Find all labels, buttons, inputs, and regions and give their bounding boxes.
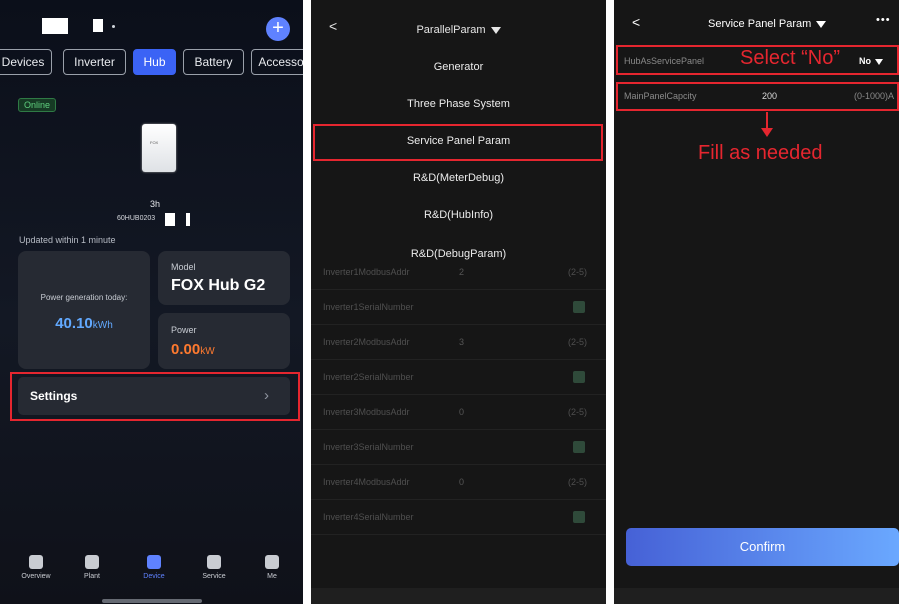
settings-highlight	[10, 372, 300, 421]
checkbox[interactable]	[573, 441, 585, 453]
tab-accessory[interactable]: Accesso	[251, 49, 303, 75]
param-row: Inverter3SerialNumber	[311, 430, 606, 465]
power-value: 0.00kW	[171, 341, 215, 358]
status-dot	[112, 25, 115, 28]
device-tabs: Devices Inverter Hub Battery Accesso	[0, 49, 303, 75]
param-row: Inverter4ModbusAddr 0 (2-5)	[311, 465, 606, 500]
fill-annotation: Fill as needed	[698, 142, 823, 164]
generation-value: 40.10kWh	[55, 315, 113, 332]
overview-icon	[29, 555, 43, 569]
param-value[interactable]: 3	[459, 337, 464, 347]
nav-plant[interactable]: Plant	[70, 545, 114, 580]
tab-devices[interactable]: Devices	[0, 49, 52, 75]
page-title[interactable]: ParallelParam	[311, 24, 606, 36]
param-range: (2-5)	[568, 407, 588, 417]
more-icon[interactable]: •••	[876, 14, 891, 26]
param-value[interactable]: 0	[459, 407, 464, 417]
param-row: Inverter1SerialNumber	[311, 290, 606, 325]
home-indicator	[102, 599, 202, 603]
power-unit: kW	[200, 346, 215, 357]
time-label: 3h	[150, 199, 161, 209]
param-row: Inverter2SerialNumber	[311, 360, 606, 395]
page-title[interactable]: Service Panel Param	[708, 18, 827, 30]
device-logo: FOX	[150, 140, 159, 145]
menu-item-debug-param[interactable]: R&D(DebugParam)	[311, 234, 606, 260]
param-row: Inverter3ModbusAddr 0 (2-5)	[311, 395, 606, 430]
menu-item-generator[interactable]: Generator	[311, 49, 606, 86]
generation-card: Power generation today: 40.10kWh	[18, 251, 150, 369]
dropdown-icon	[816, 20, 827, 28]
param-range: (2-5)	[568, 267, 588, 277]
service-panel-highlight	[313, 124, 603, 161]
param-value[interactable]: 0	[459, 477, 464, 487]
param-row: Inverter4SerialNumber	[311, 500, 606, 535]
nav-device[interactable]: Device	[132, 545, 176, 580]
status-badge: Online	[18, 98, 56, 112]
arrow-head	[761, 128, 773, 137]
redaction-block	[93, 19, 103, 32]
tab-inverter[interactable]: Inverter	[63, 49, 126, 75]
param-value[interactable]: 2	[459, 267, 464, 277]
plant-icon	[85, 555, 99, 569]
checkbox[interactable]	[573, 511, 585, 523]
nav-overview[interactable]: Overview	[14, 545, 58, 580]
power-label: Power	[171, 325, 197, 335]
param-key: Inverter1SerialNumber	[323, 302, 414, 312]
param-row: Inverter2ModbusAddr 3 (2-5)	[311, 325, 606, 360]
dropdown-icon	[490, 26, 501, 34]
updated-text: Updated within 1 minute	[19, 235, 116, 245]
select-highlight	[616, 45, 899, 75]
bottom-bar	[311, 588, 606, 604]
param-key: Inverter3ModbusAddr	[323, 407, 410, 417]
param-key: Inverter4ModbusAddr	[323, 477, 410, 487]
hub-device-image: FOX	[142, 124, 176, 172]
tab-battery[interactable]: Battery	[183, 49, 244, 75]
device-icon	[147, 555, 161, 569]
redaction-block	[165, 213, 175, 226]
me-icon	[265, 555, 279, 569]
param-range: (2-5)	[568, 477, 588, 487]
device-screen: + Devices Inverter Hub Battery Accesso O…	[0, 0, 303, 604]
param-range: (2-5)	[568, 337, 588, 347]
param-row: Inverter1ModbusAddr 2 (2-5)	[311, 255, 606, 290]
parallel-param-screen: < ParallelParam Inverter1ModbusAddr 2 (2…	[311, 0, 606, 604]
power-card: Power 0.00kW	[158, 313, 290, 369]
model-value: FOX Hub G2	[171, 277, 266, 294]
param-key: Inverter1ModbusAddr	[323, 267, 410, 277]
back-icon[interactable]: <	[632, 14, 640, 30]
add-device-button[interactable]: +	[266, 17, 290, 41]
model-label: Model	[171, 262, 196, 272]
nav-label: Service	[202, 573, 226, 580]
service-icon	[207, 555, 221, 569]
redaction-block	[42, 18, 68, 34]
menu-item-hub-info[interactable]: R&D(HubInfo)	[311, 197, 606, 234]
generation-unit: kWh	[92, 320, 113, 331]
nav-label: Overview	[21, 573, 51, 580]
redaction-block	[186, 213, 190, 226]
bottom-bar	[614, 588, 899, 604]
param-key: Inverter2ModbusAddr	[323, 337, 410, 347]
checkbox[interactable]	[573, 371, 585, 383]
generation-label: Power generation today:	[40, 293, 128, 302]
param-key: Inverter3SerialNumber	[323, 442, 414, 452]
nav-me[interactable]: Me	[250, 545, 294, 580]
param-key: Inverter4SerialNumber	[323, 512, 414, 522]
menu-item-three-phase[interactable]: Three Phase System	[311, 86, 606, 123]
param-key: Inverter2SerialNumber	[323, 372, 414, 382]
model-card: Model FOX Hub G2	[158, 251, 290, 305]
menu-item-meter-debug[interactable]: R&D(MeterDebug)	[311, 160, 606, 197]
checkbox[interactable]	[573, 301, 585, 313]
confirm-button[interactable]: Confirm	[626, 528, 899, 566]
nav-label: Device	[143, 573, 165, 580]
nav-label: Me	[267, 573, 277, 580]
tab-hub[interactable]: Hub	[133, 49, 176, 75]
fill-highlight	[616, 82, 899, 111]
service-panel-screen: < Service Panel Param ••• HubAsServicePa…	[614, 0, 899, 604]
nav-label: Plant	[84, 573, 100, 580]
nav-service[interactable]: Service	[192, 545, 236, 580]
bottom-nav: Overview Plant Device Service Me	[0, 545, 303, 595]
serial-number: 60HUB0203	[117, 215, 156, 222]
